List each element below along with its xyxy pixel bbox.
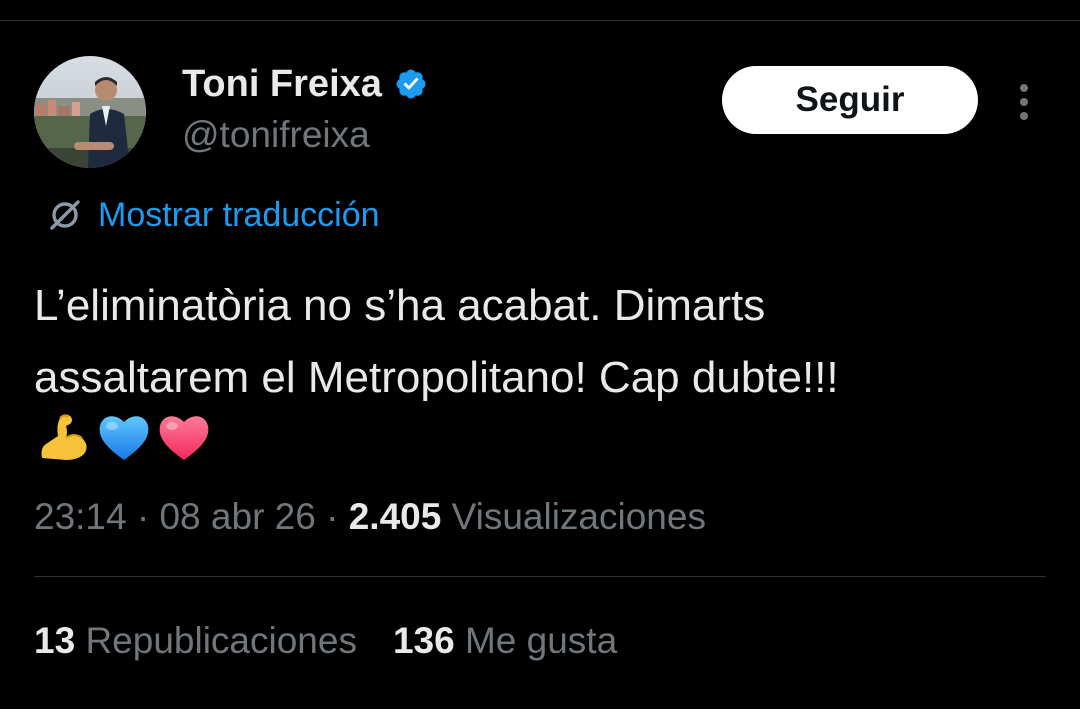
author-handle[interactable]: @tonifreixa — [182, 112, 370, 158]
author-row: Toni Freixa — [182, 60, 428, 108]
stats-divider — [34, 576, 1046, 577]
pink-heart-icon — [159, 416, 209, 460]
likes-label: Me gusta — [464, 620, 618, 661]
tweet-text-line-1: L’eliminatòria no s’ha acabat. Dimarts — [34, 281, 766, 330]
translate-icon — [50, 200, 80, 230]
tweet-meta: 23:14 · 08 abr 26 · 2.405 Visualizacione… — [34, 494, 706, 540]
views-count: 2.405 — [348, 496, 442, 537]
tweet-text: L’eliminatòria no s’ha acabat. Dimarts a… — [34, 270, 1044, 414]
tweet-stats: 13 Republicaciones 136 Me gusta — [34, 618, 617, 664]
tweet-text-line-2: assaltarem el Metropolitano! Cap dubte!!… — [34, 353, 839, 402]
follow-button[interactable]: Seguir — [722, 66, 978, 134]
top-divider — [0, 20, 1080, 21]
reposts-label: Republicaciones — [85, 620, 357, 661]
display-name[interactable]: Toni Freixa — [182, 60, 382, 108]
reposts-count: 13 — [34, 620, 76, 661]
show-translation-link[interactable]: Mostrar traducción — [46, 192, 380, 238]
reposts-stat[interactable]: 13 Republicaciones — [34, 618, 357, 664]
meta-separator: · — [126, 496, 160, 537]
likes-stat[interactable]: 136 Me gusta — [393, 618, 617, 664]
avatar-photo — [34, 56, 146, 168]
tweet-time[interactable]: 23:14 — [34, 496, 127, 537]
more-options-button[interactable] — [1006, 80, 1042, 124]
verified-badge-icon — [394, 67, 428, 101]
more-vertical-icon — [1020, 84, 1028, 120]
likes-count: 136 — [392, 620, 455, 661]
tweet-date[interactable]: 08 abr 26 — [159, 496, 315, 537]
meta-separator: · — [315, 496, 349, 537]
show-translation-label: Mostrar traducción — [98, 196, 380, 234]
tweet-emojis — [36, 408, 212, 464]
avatar[interactable] — [34, 56, 146, 168]
views-label: Visualizaciones — [451, 496, 706, 537]
flexed-biceps-icon — [41, 414, 87, 460]
blue-heart-icon — [99, 416, 149, 460]
